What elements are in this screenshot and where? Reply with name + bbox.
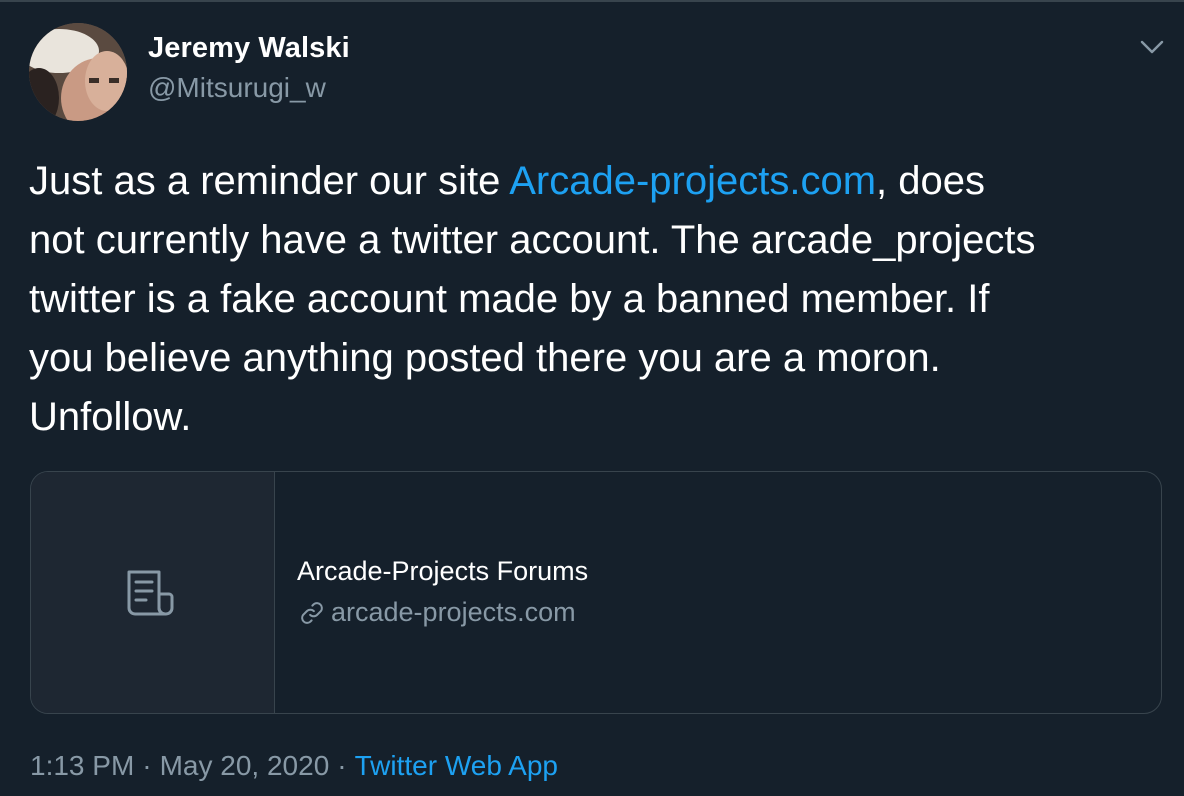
tweet-text-line2: not currently have a twitter account. Th… [29,218,1036,262]
avatar-image [29,23,127,121]
tweet-text-line4: you believe anything posted there you ar… [29,336,941,380]
tweet-time[interactable]: 1:13 PM [30,750,134,781]
tweet-text-line1-end: , does [876,159,985,203]
link-card[interactable]: Arcade-Projects Forums arcade-projects.c… [30,471,1162,714]
tweet-meta: 1:13 PM · May 20, 2020 · Twitter Web App [30,750,558,782]
tweet-text-line3: twitter is a fake account made by a bann… [29,277,990,321]
card-thumbnail [31,472,275,713]
link-icon [301,601,323,624]
tweet-text: Just as a reminder our site Arcade-proje… [29,152,1169,447]
avatar[interactable] [29,23,127,121]
tweet-date[interactable]: May 20, 2020 [160,750,330,781]
user-handle[interactable]: @Mitsurugi_w [148,72,326,104]
chevron-down-icon[interactable] [1136,34,1168,60]
card-domain-text: arcade-projects.com [331,597,576,627]
meta-separator: · [337,750,347,781]
tweet-text-start: Just as a reminder our site [29,159,510,203]
tweet-text-line5: Unfollow. [29,395,192,439]
tweet-source[interactable]: Twitter Web App [355,750,558,781]
meta-separator: · [142,750,152,781]
top-divider [0,0,1184,2]
display-name[interactable]: Jeremy Walski [148,32,350,65]
card-domain: arcade-projects.com [297,597,576,628]
tweet-link[interactable]: Arcade-projects.com [509,159,876,203]
document-icon [127,570,174,616]
card-title: Arcade-Projects Forums [297,556,589,586]
